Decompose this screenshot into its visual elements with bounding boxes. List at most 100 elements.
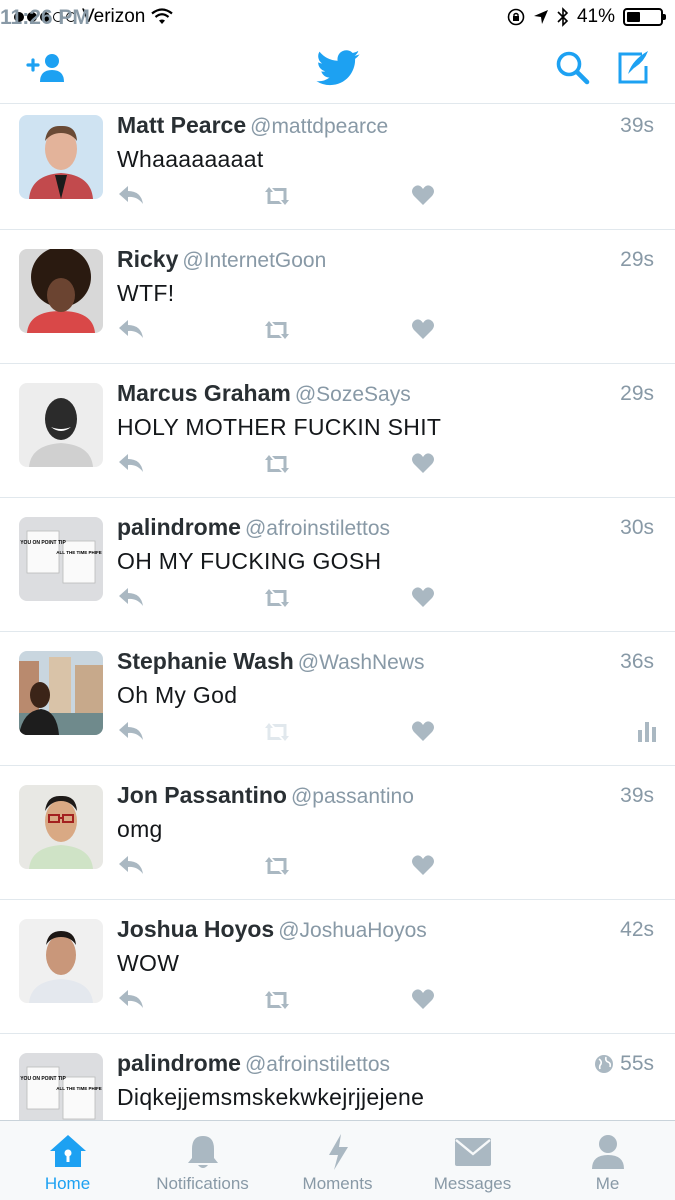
author-name[interactable]: palindrome [117,1050,241,1076]
search-icon[interactable] [555,50,591,86]
tweet-text: Diqkejjemsmskekwkejrjjejene [117,1084,425,1110]
tweet-timestamp: 30s [620,516,654,539]
battery-icon [623,8,666,26]
tab-messages[interactable]: Messages [405,1121,540,1200]
tweet-timestamp: 29s [620,248,654,271]
author-name[interactable]: Marcus Graham [117,380,291,406]
avatar[interactable] [19,785,103,869]
reply-icon[interactable] [117,586,145,608]
status-bar: Verizon 11:26 PM 41% [0,0,675,36]
poster-text: YOU ON POINT TIP [20,540,66,546]
globe-icon [595,1055,614,1073]
tweet[interactable]: Marcus Graham @SozeSays 29s HOLY MOTHER F… [0,364,675,498]
tweet-text: WOW [117,950,180,976]
like-icon[interactable] [411,988,435,1010]
author-name[interactable]: Jon Passantino [117,782,287,808]
reply-icon[interactable] [117,452,145,474]
twitter-bird-icon[interactable] [316,50,360,86]
tab-me[interactable]: Me [540,1121,675,1200]
compose-icon[interactable] [614,48,652,86]
like-icon[interactable] [411,854,435,876]
author-handle[interactable]: @mattdpearce [250,115,388,138]
avatar[interactable]: YOU ON POINT TIP ALL THE TIME PHIFE [19,517,103,601]
tweet-text: WTF! [117,280,175,306]
reply-icon[interactable] [117,854,145,876]
author-handle[interactable]: @afroinstilettos [245,517,390,540]
like-icon[interactable] [411,586,435,608]
author-handle[interactable]: @afroinstilettos [245,1053,390,1076]
battery-percent: 41% [576,6,615,27]
poster-text: ALL THE TIME PHIFE [56,550,101,555]
tab-bar: Home Notifications Moments Messages Me [0,1120,675,1200]
tweet-timestamp: 29s [620,382,654,405]
tweet-timestamp: 55s [620,1052,654,1075]
avatar[interactable] [19,651,103,735]
retweet-icon[interactable] [261,586,293,610]
author-name[interactable]: Ricky [117,246,178,272]
author-name[interactable]: Stephanie Wash [117,648,294,674]
author-handle[interactable]: @passantino [291,785,414,808]
author-handle[interactable]: @InternetGoon [182,249,326,272]
retweet-icon[interactable] [261,988,293,1012]
author-name[interactable]: Joshua Hoyos [117,916,274,942]
tweet-timestamp: 39s [620,784,654,807]
retweet-icon[interactable] [261,184,293,208]
author-handle[interactable]: @WashNews [298,651,425,674]
tweet-text: omg [117,816,163,842]
tab-label: Notifications [156,1174,249,1193]
like-icon[interactable] [411,184,435,206]
avatar[interactable] [19,383,103,467]
tweet[interactable]: Ricky @InternetGoon 29s WTF! [0,230,675,364]
tweet-text: HOLY MOTHER FUCKIN SHIT [117,414,442,440]
tweet-timestamp: 39s [620,114,654,137]
tab-label: Home [44,1174,91,1193]
tweet-text: Whaaaaaaaat [117,146,264,172]
reply-icon[interactable] [117,988,145,1010]
tweet[interactable]: Joshua Hoyos @JoshuaHoyos 42s WOW [0,900,675,1034]
home-icon [49,1135,86,1167]
author-handle[interactable]: @SozeSays [295,383,411,406]
tweet-text: Oh My God [117,682,238,708]
like-icon[interactable] [411,452,435,474]
tab-moments[interactable]: Moments [270,1121,405,1200]
poster-text: YOU ON POINT TIP [20,1076,66,1082]
tab-home[interactable]: Home [0,1121,135,1200]
bell-icon [187,1136,218,1168]
reply-icon[interactable] [117,720,145,742]
add-user-icon[interactable] [26,52,68,84]
lightning-icon [328,1134,348,1170]
tweet-timestamp: 36s [620,650,654,673]
tweet[interactable]: YOU ON POINT TIP ALL THE TIME PHIFE pali… [0,1034,675,1120]
tweet-timestamp: 42s [620,918,654,941]
tab-label: Messages [433,1174,512,1193]
like-icon[interactable] [411,720,435,742]
reply-icon[interactable] [117,318,145,340]
tweet[interactable]: Jon Passantino @passantino 39s omg [0,766,675,900]
location-arrow-icon [533,10,548,24]
like-icon[interactable] [411,318,435,340]
retweet-icon[interactable] [261,452,293,476]
tweet[interactable]: Matt Pearce @mattdpearce 39s Whaaaaaaaat [0,104,675,230]
tweet[interactable]: Stephanie Wash @WashNews 36s Oh My God [0,632,675,766]
retweet-icon [265,723,289,741]
avatar[interactable]: YOU ON POINT TIP ALL THE TIME PHIFE [19,1053,103,1120]
timeline[interactable]: Matt Pearce @mattdpearce 39s Whaaaaaaaat … [0,104,675,1120]
tweet[interactable]: YOU ON POINT TIP ALL THE TIME PHIFE pali… [0,498,675,632]
poster-text: ALL THE TIME PHIFE [56,1086,101,1091]
author-handle[interactable]: @JoshuaHoyos [278,919,427,942]
tab-label: Me [595,1174,620,1193]
retweet-icon[interactable] [261,854,293,878]
tab-notifications[interactable]: Notifications [135,1121,270,1200]
analytics-icon[interactable] [637,720,657,742]
author-name[interactable]: palindrome [117,514,241,540]
author-name[interactable]: Matt Pearce [117,112,246,138]
avatar[interactable] [19,249,103,333]
avatar[interactable] [19,919,103,1003]
retweet-icon[interactable] [261,318,293,342]
reply-icon[interactable] [117,184,145,206]
tweet-text: OH MY FUCKING GOSH [117,548,382,574]
avatar[interactable] [19,115,103,199]
nav-bar [0,36,675,104]
person-icon [591,1135,624,1169]
bluetooth-icon [557,7,569,27]
